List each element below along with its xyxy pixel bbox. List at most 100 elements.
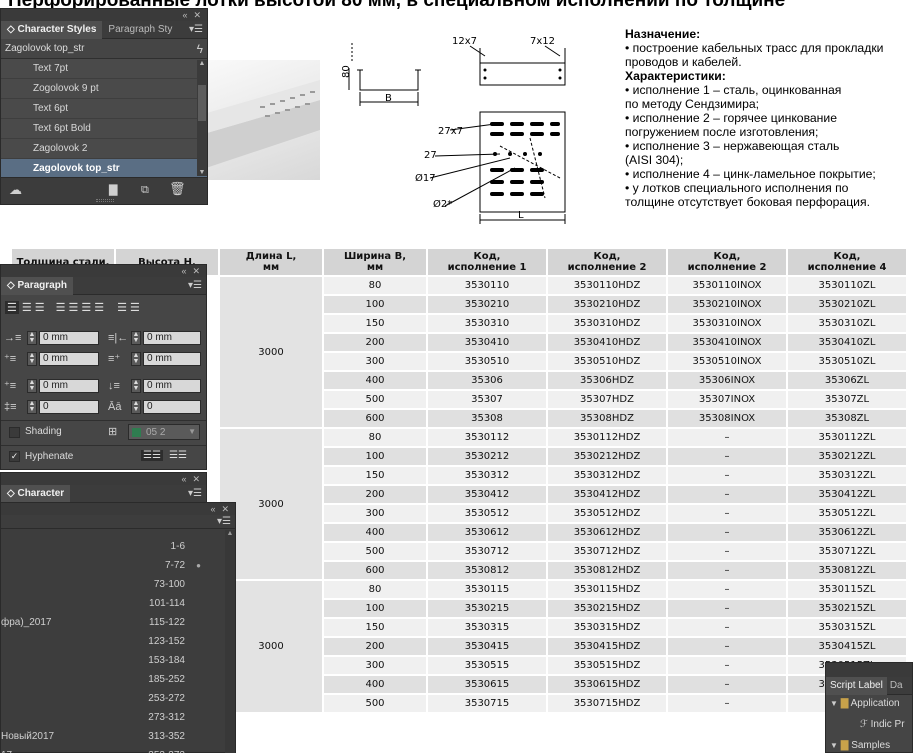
- expand-triangle-icon: ▼: [830, 741, 838, 750]
- folder-icon[interactable]: ▇: [109, 184, 117, 196]
- panel-menu-icon[interactable]: ▾☰: [188, 488, 202, 499]
- drop-cap-lines-field[interactable]: 0: [39, 400, 99, 414]
- space-after-field[interactable]: 0 mm: [143, 379, 201, 393]
- header-line: исполнение 2: [687, 262, 767, 273]
- first-line-indent-field[interactable]: 0 mm: [39, 352, 99, 366]
- align-right-icon[interactable]: ☰: [35, 301, 45, 314]
- collapse-icon[interactable]: «: [210, 504, 215, 514]
- script-item-samples[interactable]: ▼ ▇ Samples: [830, 740, 890, 751]
- book-document-row[interactable]: 185-252: [1, 670, 227, 689]
- scrollbar[interactable]: ▲: [225, 530, 235, 753]
- first-line-indent-stepper[interactable]: ▲ ▼: [27, 352, 37, 366]
- cable-tray-photo: [200, 60, 320, 180]
- dim-label: Ø2*: [433, 198, 452, 210]
- lightning-icon[interactable]: ϟ: [197, 42, 203, 56]
- close-icon[interactable]: ✕: [193, 10, 201, 21]
- space-after-stepper[interactable]: ▲ ▼: [131, 379, 141, 393]
- book-document-row[interactable]: фра)_2017 115-122: [1, 613, 227, 632]
- book-document-row[interactable]: 123-152: [1, 632, 227, 651]
- space-before-stepper[interactable]: ▲ ▼: [27, 379, 37, 393]
- page-range: 101-114: [149, 598, 185, 609]
- book-document-row[interactable]: 153-184: [1, 651, 227, 670]
- script-item-indic[interactable]: ℱ Indic Pr: [860, 719, 905, 730]
- justify-left-icon[interactable]: ☰: [56, 301, 66, 314]
- first-line-indent-icon: ⁺≡: [4, 353, 17, 365]
- folder-icon: ▇: [840, 698, 849, 709]
- shading-color-select[interactable]: 05 2 ▼: [128, 424, 200, 440]
- book-document-row[interactable]: 7-72 ●: [1, 556, 227, 575]
- style-list-item[interactable]: Zogolovok 9 pt: [1, 79, 207, 99]
- balance-lines-icon[interactable]: ☰☰: [141, 450, 163, 461]
- table-cell: 3530315HDZ: [546, 617, 668, 638]
- style-list-item[interactable]: Zagolovok top_str: [1, 159, 207, 179]
- panel-menu-icon[interactable]: ▾☰: [188, 280, 202, 291]
- script-item-application[interactable]: ▼ ▇ Application: [830, 698, 900, 709]
- description-line: Характеристики:: [625, 69, 726, 83]
- justify-center-icon[interactable]: ☰: [69, 301, 79, 314]
- drop-cap-chars-stepper[interactable]: ▲ ▼: [131, 400, 141, 414]
- page-range: 253-272: [148, 693, 185, 704]
- table-cell: –: [666, 636, 788, 657]
- paragraph-panel: « ✕ ◇ Paragraph ▾☰ ☰ ☰ ☰ ☰ ☰ ☰ ☰ ☰ ☰ →≡ ▲…: [0, 264, 207, 470]
- space-before-field[interactable]: 0 mm: [39, 379, 99, 393]
- panel-menu-icon[interactable]: ▾☰: [217, 516, 231, 527]
- book-document-row[interactable]: 1-6: [1, 537, 227, 556]
- hyphenate-checkbox[interactable]: ✓: [9, 451, 20, 462]
- align-left-icon[interactable]: ☰: [5, 301, 19, 314]
- align-center-icon[interactable]: ☰: [22, 301, 32, 314]
- style-list-item[interactable]: Text 6pt Bold: [1, 119, 207, 139]
- align-towards-spine-icon[interactable]: ☰: [117, 301, 127, 314]
- left-indent-stepper[interactable]: ▲ ▼: [27, 331, 37, 345]
- last-line-indent-field[interactable]: 0 mm: [143, 352, 201, 366]
- style-list-item[interactable]: Text 6pt: [1, 99, 207, 119]
- cloud-icon[interactable]: ☁: [9, 183, 22, 196]
- justify-all-icon[interactable]: ☰: [94, 301, 104, 314]
- right-indent-field[interactable]: 0 mm: [143, 331, 201, 345]
- close-icon[interactable]: ✕: [192, 266, 200, 277]
- tab-script-label[interactable]: Script Label: [826, 676, 887, 695]
- shading-settings-icon[interactable]: ⊞: [108, 426, 117, 438]
- panel-menu-icon[interactable]: ▾☰: [189, 24, 203, 35]
- new-style-icon[interactable]: ⧉: [141, 184, 149, 196]
- style-list-item[interactable]: Zagolovok 2: [1, 139, 207, 159]
- style-list-item[interactable]: Text 7pt: [1, 59, 207, 79]
- tab-data[interactable]: Da: [887, 677, 906, 695]
- left-indent-field[interactable]: 0 mm: [39, 331, 99, 345]
- table-cell: 3530712: [426, 541, 548, 562]
- tab-character-styles[interactable]: ◇ Character Styles: [1, 20, 103, 39]
- tab-character[interactable]: ◇ Character: [1, 484, 71, 503]
- book-document-row[interactable]: 253-272: [1, 689, 227, 708]
- book-document-row[interactable]: 101-114: [1, 594, 227, 613]
- drop-cap-chars-field[interactable]: 0: [143, 400, 201, 414]
- scrollbar[interactable]: ▲ ▼: [197, 60, 207, 176]
- table-cell: 3530510ZL: [786, 351, 908, 372]
- table-cell: 3530110ZL: [786, 275, 908, 296]
- header-line: Код,: [713, 251, 741, 262]
- table-cell: –: [666, 579, 788, 600]
- description-line: • исполнение 1 – сталь, оцинкованная: [625, 83, 842, 97]
- table-header-cell: Код, исполнение 1: [426, 247, 548, 277]
- last-line-indent-stepper[interactable]: ▲ ▼: [131, 352, 141, 366]
- tab-paragraph[interactable]: ◇ Paragraph: [1, 276, 73, 295]
- collapse-icon[interactable]: «: [181, 266, 186, 276]
- shading-checkbox[interactable]: [9, 427, 20, 438]
- align-away-spine-icon[interactable]: ☰: [130, 301, 140, 314]
- drop-cap-lines-stepper[interactable]: ▲ ▼: [27, 400, 37, 414]
- document-name: Новый2017: [1, 731, 55, 742]
- table-cell: 400: [322, 370, 428, 391]
- tab-paragraph-styles[interactable]: Paragraph Sty: [102, 21, 178, 39]
- collapse-icon[interactable]: «: [182, 10, 187, 20]
- book-document-row[interactable]: 17 353-372: [1, 746, 227, 753]
- book-document-row[interactable]: Новый2017 313-352: [1, 727, 227, 746]
- table-cell: 3530415: [426, 636, 548, 657]
- trash-icon[interactable]: 🗑: [169, 182, 186, 195]
- right-indent-stepper[interactable]: ▲ ▼: [131, 331, 141, 345]
- collapse-icon[interactable]: «: [181, 474, 186, 484]
- justify-lines-icon[interactable]: ☰☰: [169, 450, 187, 461]
- justify-right-icon[interactable]: ☰: [81, 301, 91, 314]
- close-icon[interactable]: ✕: [221, 504, 229, 515]
- table-cell: 3530615: [426, 674, 548, 695]
- book-document-row[interactable]: 273-312: [1, 708, 227, 727]
- book-document-row[interactable]: 73-100: [1, 575, 227, 594]
- close-icon[interactable]: ✕: [192, 474, 200, 485]
